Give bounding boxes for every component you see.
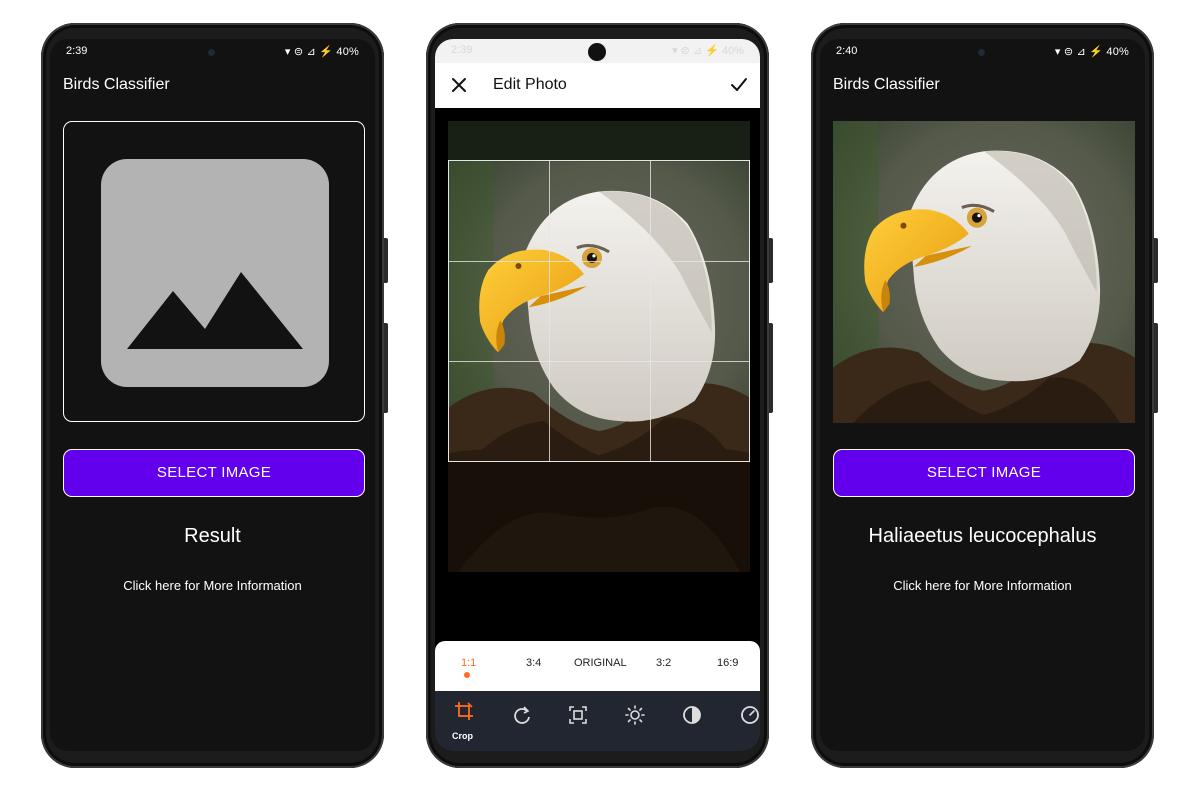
status-indicators: ▾ ⊜ ⊿ ⚡ 40% [1054, 46, 1129, 58]
select-image-button[interactable]: SELECT IMAGE [63, 449, 365, 497]
more-info-link[interactable]: Click here for More Information [820, 578, 1145, 593]
status-indicators: ▾ ⊜ ⊿ ⚡ 40% [284, 46, 359, 58]
selected-image [833, 121, 1135, 423]
status-time: 2:40 [836, 45, 858, 57]
contrast-icon[interactable] [682, 705, 702, 725]
power-button [1154, 323, 1158, 413]
ratio-3-2[interactable]: 3:2 [656, 657, 671, 669]
eagle-photo [833, 121, 1135, 423]
more-info-link[interactable]: Click here for More Information [50, 578, 375, 593]
crop-grid-line [549, 161, 550, 461]
selected-ratio-indicator [464, 672, 470, 678]
result-text: Haliaeetus leucocephalus [868, 525, 1097, 547]
left-screen: 2:39 ▾ ⊜ ⊿ ⚡ 40% Birds Classifier SELECT… [50, 39, 375, 751]
edit-header: Edit Photo [435, 63, 760, 108]
gauge-icon[interactable] [740, 705, 760, 725]
power-button [769, 323, 773, 413]
crop-grid-line [650, 161, 651, 461]
status-time: 2:39 [66, 45, 88, 57]
camera-icon [208, 49, 215, 56]
ratio-1-1[interactable]: 1:1 [461, 657, 476, 669]
edit-title: Edit Photo [493, 76, 567, 93]
image-placeholder-icon [101, 159, 329, 387]
crop-frame[interactable] [448, 160, 750, 462]
result-text: Result [184, 525, 241, 547]
volume-button [1154, 238, 1158, 283]
middle-screen: 2:39 ▾ ⊜ ⊿ ⚡ 40% Edit Photo 1:1 3:4 ORIG… [435, 39, 760, 751]
left-phone: 2:39 ▾ ⊜ ⊿ ⚡ 40% Birds Classifier SELECT… [41, 23, 388, 768]
right-phone: 2:40 ▾ ⊜ ⊿ ⚡ 40% Birds Classifier SELECT… [811, 23, 1158, 768]
right-screen: 2:40 ▾ ⊜ ⊿ ⚡ 40% Birds Classifier SELECT… [820, 39, 1145, 751]
rotate-icon[interactable] [512, 705, 532, 725]
close-icon[interactable] [449, 75, 469, 95]
power-button [384, 323, 388, 413]
middle-phone: 2:39 ▾ ⊜ ⊿ ⚡ 40% Edit Photo 1:1 3:4 ORIG… [426, 23, 773, 768]
status-bar: 2:39 ▾ ⊜ ⊿ ⚡ 40% [50, 39, 375, 65]
status-bar: 2:40 ▾ ⊜ ⊿ ⚡ 40% [820, 39, 1145, 65]
app-title: Birds Classifier [63, 76, 170, 93]
edit-toolbar: Crop [435, 691, 760, 751]
status-bar: 2:39 ▾ ⊜ ⊿ ⚡ 40% [435, 39, 760, 63]
camera-icon [588, 43, 606, 61]
check-icon[interactable] [728, 75, 750, 95]
crop-overlay-top [448, 121, 750, 160]
camera-icon [978, 49, 985, 56]
volume-button [384, 238, 388, 283]
expand-icon[interactable] [568, 705, 588, 725]
crop-label: Crop [452, 731, 473, 741]
crop-area[interactable] [448, 121, 750, 572]
status-time: 2:39 [451, 44, 473, 56]
app-title: Birds Classifier [833, 76, 940, 93]
ratio-3-4[interactable]: 3:4 [526, 657, 541, 669]
aspect-ratio-bar: 1:1 3:4 ORIGINAL 3:2 16:9 [435, 641, 760, 691]
crop-grid-line [449, 261, 749, 262]
image-preview [63, 121, 365, 422]
crop-icon[interactable] [454, 701, 474, 721]
ratio-original[interactable]: ORIGINAL [574, 657, 627, 669]
brightness-icon[interactable] [625, 705, 645, 725]
select-image-button[interactable]: SELECT IMAGE [833, 449, 1135, 497]
ratio-16-9[interactable]: 16:9 [717, 657, 738, 669]
status-indicators: ▾ ⊜ ⊿ ⚡ 40% [672, 45, 744, 57]
crop-grid-line [449, 361, 749, 362]
crop-overlay-bottom [448, 462, 750, 572]
volume-button [769, 238, 773, 283]
